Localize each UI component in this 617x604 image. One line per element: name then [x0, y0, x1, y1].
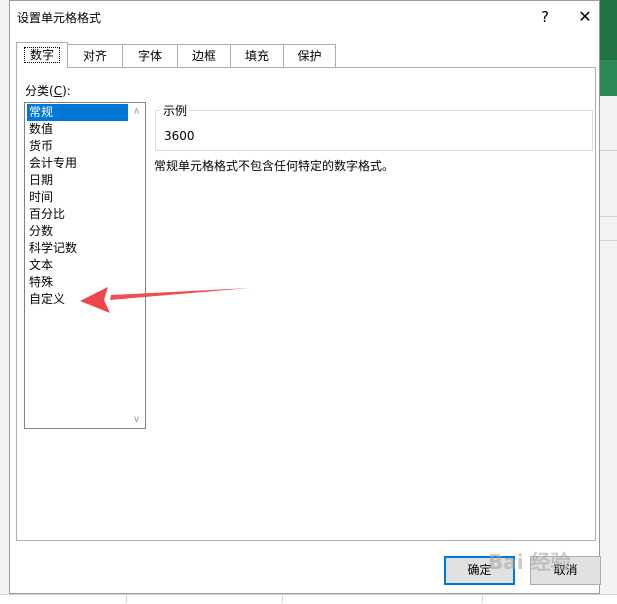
number-tab-panel: 分类(C): 常规 数值 货币 会计专用 日期 时间 百分比 分数 科学记数 文…	[16, 67, 596, 541]
tab-alignment[interactable]: 对齐	[67, 44, 123, 67]
category-label: 分类(C):	[25, 84, 71, 98]
list-item-number[interactable]: 数值	[27, 121, 129, 138]
sheet-row-header-strip	[0, 0, 9, 603]
list-item-special[interactable]: 特殊	[27, 274, 129, 291]
grid-line	[600, 150, 617, 151]
format-cells-dialog: 设置单元格格式 ? ✕ 数字 对齐 字体 边框 填充 保护 分类(C): 常规 …	[9, 0, 601, 594]
sheet-scroll-area	[600, 96, 617, 603]
sample-value: 3600	[164, 129, 195, 143]
list-item-text[interactable]: 文本	[27, 257, 129, 274]
list-item-fraction[interactable]: 分数	[27, 223, 129, 240]
sample-legend: 示例	[161, 102, 190, 119]
grid-line	[482, 595, 483, 603]
tab-number[interactable]: 数字	[16, 42, 68, 68]
grid-line	[600, 216, 617, 217]
grid-line	[282, 595, 283, 603]
sample-box	[155, 110, 593, 151]
tab-protection[interactable]: 保护	[283, 44, 336, 67]
tab-border[interactable]: 边框	[177, 44, 231, 67]
help-button[interactable]: ?	[538, 7, 552, 27]
ribbon-strip-shade	[600, 60, 617, 96]
list-item-percentage[interactable]: 百分比	[27, 206, 129, 223]
list-item-time[interactable]: 时间	[27, 189, 129, 206]
tab-font[interactable]: 字体	[122, 44, 178, 67]
scroll-down-icon[interactable]: ∨	[131, 414, 142, 425]
grid-line	[600, 240, 617, 241]
scroll-up-icon[interactable]: ∧	[131, 106, 142, 117]
list-item-custom[interactable]: 自定义	[27, 291, 129, 308]
list-item-accounting[interactable]: 会计专用	[27, 155, 129, 172]
dialog-titlebar[interactable]: 设置单元格格式 ? ✕	[10, 1, 599, 33]
list-scrollbar[interactable]: ∧ ∨	[128, 103, 145, 428]
list-item-currency[interactable]: 货币	[27, 138, 129, 155]
watermark: Bai 经验	[488, 550, 571, 574]
format-description: 常规单元格格式不包含任何特定的数字格式。	[154, 159, 395, 173]
list-item-date[interactable]: 日期	[27, 172, 129, 189]
category-listbox[interactable]: 常规 数值 货币 会计专用 日期 时间 百分比 分数 科学记数 文本 特殊 自定…	[24, 102, 146, 429]
list-item-general[interactable]: 常规	[27, 104, 129, 121]
dialog-title: 设置单元格格式	[17, 11, 102, 25]
grid-line	[126, 595, 127, 603]
list-item-scientific[interactable]: 科学记数	[27, 240, 129, 257]
close-icon[interactable]: ✕	[576, 7, 594, 27]
tab-fill[interactable]: 填充	[230, 44, 284, 67]
